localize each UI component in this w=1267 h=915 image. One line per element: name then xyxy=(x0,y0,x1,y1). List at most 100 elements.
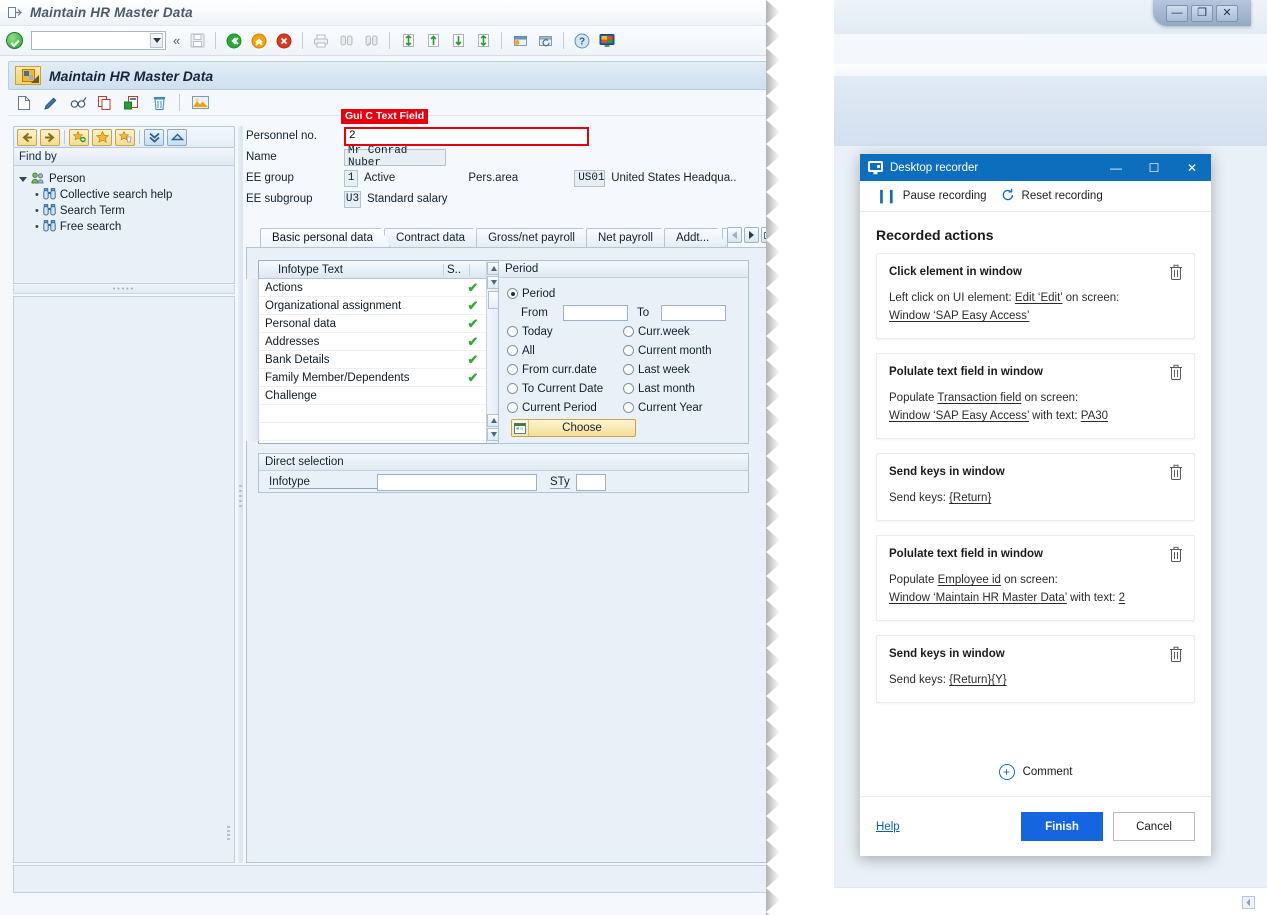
vertical-splitter[interactable] xyxy=(238,126,243,863)
tab-net-payroll[interactable]: Net payroll xyxy=(586,228,670,247)
table-row[interactable]: Organizational assignment ✔ xyxy=(246,296,486,315)
cancel-icon[interactable] xyxy=(274,31,294,51)
personnel-no-input[interactable]: 2 xyxy=(344,126,589,146)
recorder-minimize-button[interactable]: — xyxy=(1097,154,1135,181)
forward-icon[interactable] xyxy=(40,128,60,146)
finish-button[interactable]: Finish xyxy=(1021,812,1103,841)
sidebar-item-collective-search-help[interactable]: • Collective search help xyxy=(18,187,230,203)
radio-to-current-date[interactable]: To Current Date xyxy=(507,379,623,398)
radio-curr-week[interactable]: Curr.week xyxy=(623,322,740,341)
tab-basic-personal-data[interactable]: Basic personal data xyxy=(260,228,390,247)
restore-button[interactable]: ❐ xyxy=(1191,4,1213,22)
delete-action-icon[interactable] xyxy=(1168,645,1184,662)
panel-splitter-handle[interactable]: ••••• xyxy=(13,285,235,294)
table-row[interactable] xyxy=(246,404,486,423)
cancel-button[interactable]: Cancel xyxy=(1113,812,1195,841)
first-page-icon[interactable] xyxy=(398,31,418,51)
radio-icon[interactable] xyxy=(623,345,634,356)
confirm-icon[interactable] xyxy=(6,32,23,49)
infotype-input[interactable] xyxy=(377,474,537,491)
create-shortcut-icon[interactable] xyxy=(535,31,555,51)
table-row[interactable]: Bank Details ✔ xyxy=(246,350,486,369)
recorded-action-target[interactable]: {Return} xyxy=(949,492,991,504)
find-by-tree[interactable]: Person • Collective search help • Search… xyxy=(13,166,235,284)
choose-button[interactable]: Choose xyxy=(511,419,636,437)
add-favorite-icon[interactable] xyxy=(69,128,89,146)
row-selector[interactable] xyxy=(246,386,259,405)
sty-input[interactable] xyxy=(575,474,606,491)
tab-gross-net-payroll[interactable]: Gross/net payroll xyxy=(476,228,592,247)
table-row[interactable] xyxy=(246,422,486,441)
radio-icon[interactable] xyxy=(623,326,634,337)
print-icon[interactable] xyxy=(311,31,331,51)
command-field[interactable] xyxy=(31,31,166,50)
recorded-action-target[interactable]: PA30 xyxy=(1081,410,1108,422)
table-row[interactable]: Family Member/Dependents ✔ xyxy=(246,368,486,387)
tab-scroll-left-button[interactable] xyxy=(727,227,742,243)
table-row[interactable]: Personal data ✔ xyxy=(246,314,486,333)
recorded-action-target[interactable]: 2 xyxy=(1119,592,1125,604)
row-selector[interactable] xyxy=(246,368,259,387)
recorded-action-target[interactable]: Transaction field xyxy=(937,392,1021,404)
exit-icon[interactable] xyxy=(249,31,269,51)
radio-icon[interactable] xyxy=(623,383,634,394)
back-icon[interactable] xyxy=(224,31,244,51)
copy-icon[interactable] xyxy=(95,93,115,113)
radio-current-period[interactable]: Current Period xyxy=(507,398,623,417)
radio-last-week[interactable]: Last week xyxy=(623,360,740,379)
create-icon[interactable] xyxy=(14,93,34,113)
table-row[interactable]: Addresses ✔ xyxy=(246,332,486,351)
radio-current-year[interactable]: Current Year xyxy=(623,398,740,417)
pause-recording-button[interactable]: ❙❙ Pause recording xyxy=(872,188,991,204)
scroll-left-button[interactable] xyxy=(1241,895,1255,909)
next-page-icon[interactable] xyxy=(448,31,468,51)
radio-period[interactable]: Period xyxy=(507,284,740,303)
delete-action-icon[interactable] xyxy=(1168,363,1184,380)
close-button[interactable]: ✕ xyxy=(1216,4,1238,22)
radio-current-month[interactable]: Current month xyxy=(623,341,740,360)
help-icon[interactable]: ? xyxy=(572,31,592,51)
sidebar-item-search-term[interactable]: • Search Term xyxy=(18,203,230,219)
recorded-action-target[interactable]: Employee id xyxy=(938,574,1001,586)
row-selector[interactable] xyxy=(246,296,259,315)
recorded-action-target[interactable]: Edit ‘Edit’ xyxy=(1015,292,1063,304)
recorded-action-target[interactable]: Window ‘Maintain HR Master Data’ xyxy=(889,592,1067,604)
delete-action-icon[interactable] xyxy=(1168,463,1184,480)
row-selector[interactable] xyxy=(246,314,259,333)
radio-icon[interactable] xyxy=(507,345,518,356)
delimit-icon[interactable] xyxy=(122,93,142,113)
delete-icon[interactable] xyxy=(149,93,169,113)
radio-from-curr-date[interactable]: From curr.date xyxy=(507,360,623,379)
radio-icon[interactable] xyxy=(507,364,518,375)
row-selector[interactable] xyxy=(246,278,259,297)
menu-chevron-icon[interactable]: « xyxy=(171,33,182,48)
change-icon[interactable] xyxy=(41,93,61,113)
row-selector[interactable] xyxy=(246,404,259,423)
minimize-button[interactable]: — xyxy=(1166,4,1188,22)
tab-scroll-right-button[interactable] xyxy=(744,227,759,243)
radio-icon[interactable] xyxy=(507,326,518,337)
delete-action-icon[interactable] xyxy=(1168,263,1184,280)
transaction-icon[interactable] xyxy=(15,66,41,85)
recorded-action-target[interactable]: {Return}{Y} xyxy=(949,674,1007,686)
display-icon[interactable] xyxy=(68,93,88,113)
reset-recording-button[interactable]: Reset recording xyxy=(997,188,1107,205)
resize-grip-icon[interactable] xyxy=(227,826,231,842)
radio-icon[interactable] xyxy=(507,288,518,299)
radio-all[interactable]: All xyxy=(507,341,623,360)
radio-icon[interactable] xyxy=(623,402,634,413)
recorded-action-target[interactable]: Window ‘SAP Easy Access’ xyxy=(889,310,1029,322)
collapse-all-icon[interactable] xyxy=(167,128,187,146)
radio-icon[interactable] xyxy=(623,364,634,375)
chevron-down-icon[interactable] xyxy=(18,176,27,182)
row-selector[interactable] xyxy=(246,350,259,369)
create-session-icon[interactable] xyxy=(510,31,530,51)
row-selector[interactable] xyxy=(246,422,259,441)
tab-additional[interactable]: Addt... xyxy=(664,228,726,247)
table-row[interactable]: Challenge xyxy=(246,386,486,405)
recorder-maximize-button[interactable]: ☐ xyxy=(1135,154,1173,181)
customize-icon[interactable] xyxy=(597,31,617,51)
recorder-close-button[interactable]: ✕ xyxy=(1173,154,1211,181)
sidebar-item-free-search[interactable]: • Free search xyxy=(18,219,230,235)
previous-page-icon[interactable] xyxy=(423,31,443,51)
